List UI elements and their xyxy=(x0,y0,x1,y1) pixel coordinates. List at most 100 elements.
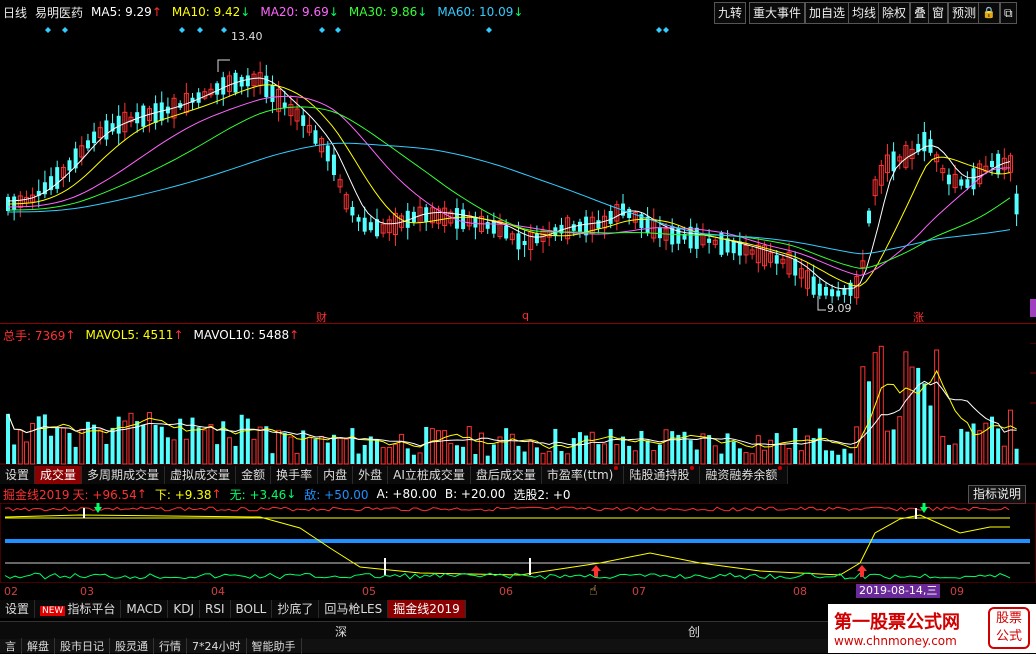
volume-tab-8[interactable]: AI立桩成交量 xyxy=(388,466,471,484)
volume-tab-3[interactable]: 虚拟成交量 xyxy=(165,466,237,484)
price-scale-marker xyxy=(1030,299,1036,317)
volume-bar xyxy=(965,431,970,464)
indicator-tab-0[interactable]: 设置 xyxy=(0,600,36,618)
indicator-tab-3[interactable]: KDJ xyxy=(168,600,200,618)
toolbar-button-2[interactable]: 加自选 xyxy=(805,2,850,24)
candle-body xyxy=(811,276,816,295)
indicator-tab-7[interactable]: 回马枪LES xyxy=(319,600,389,618)
volume-tab-12[interactable]: 融资融券余额 xyxy=(700,466,789,484)
indicator-name[interactable]: 掘金线2019 xyxy=(3,486,70,503)
candle-body xyxy=(707,238,712,243)
volume-bar xyxy=(731,441,736,464)
indicator-tab-4[interactable]: RSI xyxy=(200,600,231,618)
candle-body xyxy=(116,115,121,134)
candle-body xyxy=(331,154,336,176)
candle-body xyxy=(996,153,1001,175)
volume-bar xyxy=(23,441,29,465)
chinext-index[interactable]: 创 xyxy=(688,623,700,640)
finance-marker[interactable]: 财 xyxy=(316,309,327,325)
ma-line xyxy=(7,77,1011,290)
indicator-tab-5[interactable]: BOLL xyxy=(230,600,273,618)
candle-body xyxy=(301,115,306,126)
candle-body xyxy=(313,130,318,144)
volume-bar xyxy=(878,345,884,465)
volume-bar xyxy=(577,432,582,464)
taskbar-item-4[interactable]: 行情 xyxy=(154,638,187,654)
toolbar-button-1[interactable]: 重大事件 xyxy=(749,2,806,24)
limit-up-marker[interactable]: 涨 xyxy=(913,309,924,325)
indicator-chart[interactable] xyxy=(0,503,1036,583)
volume-bar xyxy=(504,428,509,464)
candle-body xyxy=(959,179,964,186)
candle-body xyxy=(375,219,379,237)
volume-tab-10[interactable]: 市盈率(ttm) xyxy=(541,466,625,484)
restore-icon[interactable]: ⧉ xyxy=(1000,2,1017,24)
event-diamond-icon xyxy=(62,27,68,33)
candle-body xyxy=(55,167,60,189)
volume-bar xyxy=(540,452,546,465)
ma-4-arrow: ↓ xyxy=(513,5,524,19)
none-value: 无: +3.46 xyxy=(229,487,287,502)
lock-icon[interactable]: 🔒 xyxy=(978,2,1000,24)
q-marker[interactable]: q xyxy=(522,309,529,322)
volume-tab-2[interactable]: 多周期成交量 xyxy=(82,466,166,484)
volume-bar xyxy=(257,426,263,465)
toolbar-button-5[interactable]: 叠 xyxy=(910,2,931,24)
volume-bar xyxy=(670,431,675,464)
candle-body xyxy=(830,289,835,297)
taskbar-item-2[interactable]: 股市日记 xyxy=(55,638,110,654)
volume-bar xyxy=(940,435,946,465)
ma-2-value: MA20: 9.69 xyxy=(260,5,329,19)
volume-bar xyxy=(946,444,951,464)
volume-tab-7[interactable]: 外盘 xyxy=(353,466,389,484)
toolbar-button-0[interactable]: 九转 xyxy=(714,2,747,24)
candle-body xyxy=(516,233,521,250)
volume-bar xyxy=(916,367,921,464)
candle-body xyxy=(282,102,287,108)
shenzhen-index[interactable]: 深 xyxy=(335,623,347,640)
indicator-tab-1[interactable]: NEW 指标平台 xyxy=(35,600,122,618)
taskbar-item-6[interactable]: 智能助手 xyxy=(247,638,302,654)
indicator-tab-8[interactable]: 掘金线2019 xyxy=(388,600,466,618)
volume-bar xyxy=(897,416,903,465)
period-label[interactable]: 日线 xyxy=(3,4,27,21)
volume-tab-1[interactable]: 成交量 xyxy=(35,466,83,484)
month-label-07: 07 xyxy=(632,585,646,598)
toolbar-button-3[interactable]: 均线 xyxy=(848,2,881,24)
volume-tab-9[interactable]: 盘后成交量 xyxy=(470,466,542,484)
volume-tab-6[interactable]: 内盘 xyxy=(318,466,354,484)
toolbar-button-7[interactable]: 预测 xyxy=(948,2,981,24)
volume-bar xyxy=(42,414,47,464)
stock-name[interactable]: 易明医药 xyxy=(35,4,83,21)
chart-header: 日线 易明医药 MA5: 9.29↑ MA10: 9.42↓ MA20: 9.69↓… xyxy=(3,2,523,22)
volume-chart[interactable] xyxy=(0,343,1036,465)
indicator-tab-2[interactable]: MACD xyxy=(121,600,169,618)
volume-bar xyxy=(251,438,257,465)
volume-bar xyxy=(141,424,146,464)
volume-tab-11[interactable]: 陆股通持股 xyxy=(624,466,701,484)
ma-line xyxy=(7,84,1011,287)
ma-4-value: MA60: 10.09 xyxy=(437,5,514,19)
taskbar-item-0[interactable]: 言 xyxy=(0,638,22,654)
toolbar-button-6[interactable]: 窗 xyxy=(928,2,949,24)
taskbar-item-3[interactable]: 股灵通 xyxy=(110,638,154,654)
volume-tab-4[interactable]: 金额 xyxy=(236,466,272,484)
volume-tab-5[interactable]: 换手率 xyxy=(271,466,319,484)
volume-bar xyxy=(793,428,798,464)
indicator-legend: 掘金线2019 天: +96.54 ↑ 下: +9.38 ↑ 无: +3.46 … xyxy=(3,486,571,502)
taskbar-item-1[interactable]: 解盘 xyxy=(22,638,55,654)
taskbar-item-5[interactable]: 7*24小时 xyxy=(187,638,247,654)
volume-bar xyxy=(786,448,792,465)
price-chart[interactable] xyxy=(0,24,1036,324)
volume-tab-0[interactable]: 设置 xyxy=(0,466,36,484)
volume-bar xyxy=(36,416,41,464)
indicator-tab-6[interactable]: 抄底了 xyxy=(272,600,320,618)
volume-bar xyxy=(350,428,355,464)
ma-3-value: MA30: 9.86 xyxy=(348,5,418,19)
candle-body xyxy=(971,168,976,190)
toolbar-button-4[interactable]: 除权 xyxy=(878,2,911,24)
indicator-help-button[interactable]: 指标说明 xyxy=(968,485,1027,504)
volume-bar xyxy=(461,446,466,464)
volume-bar xyxy=(73,446,78,464)
none-line xyxy=(4,572,1011,580)
